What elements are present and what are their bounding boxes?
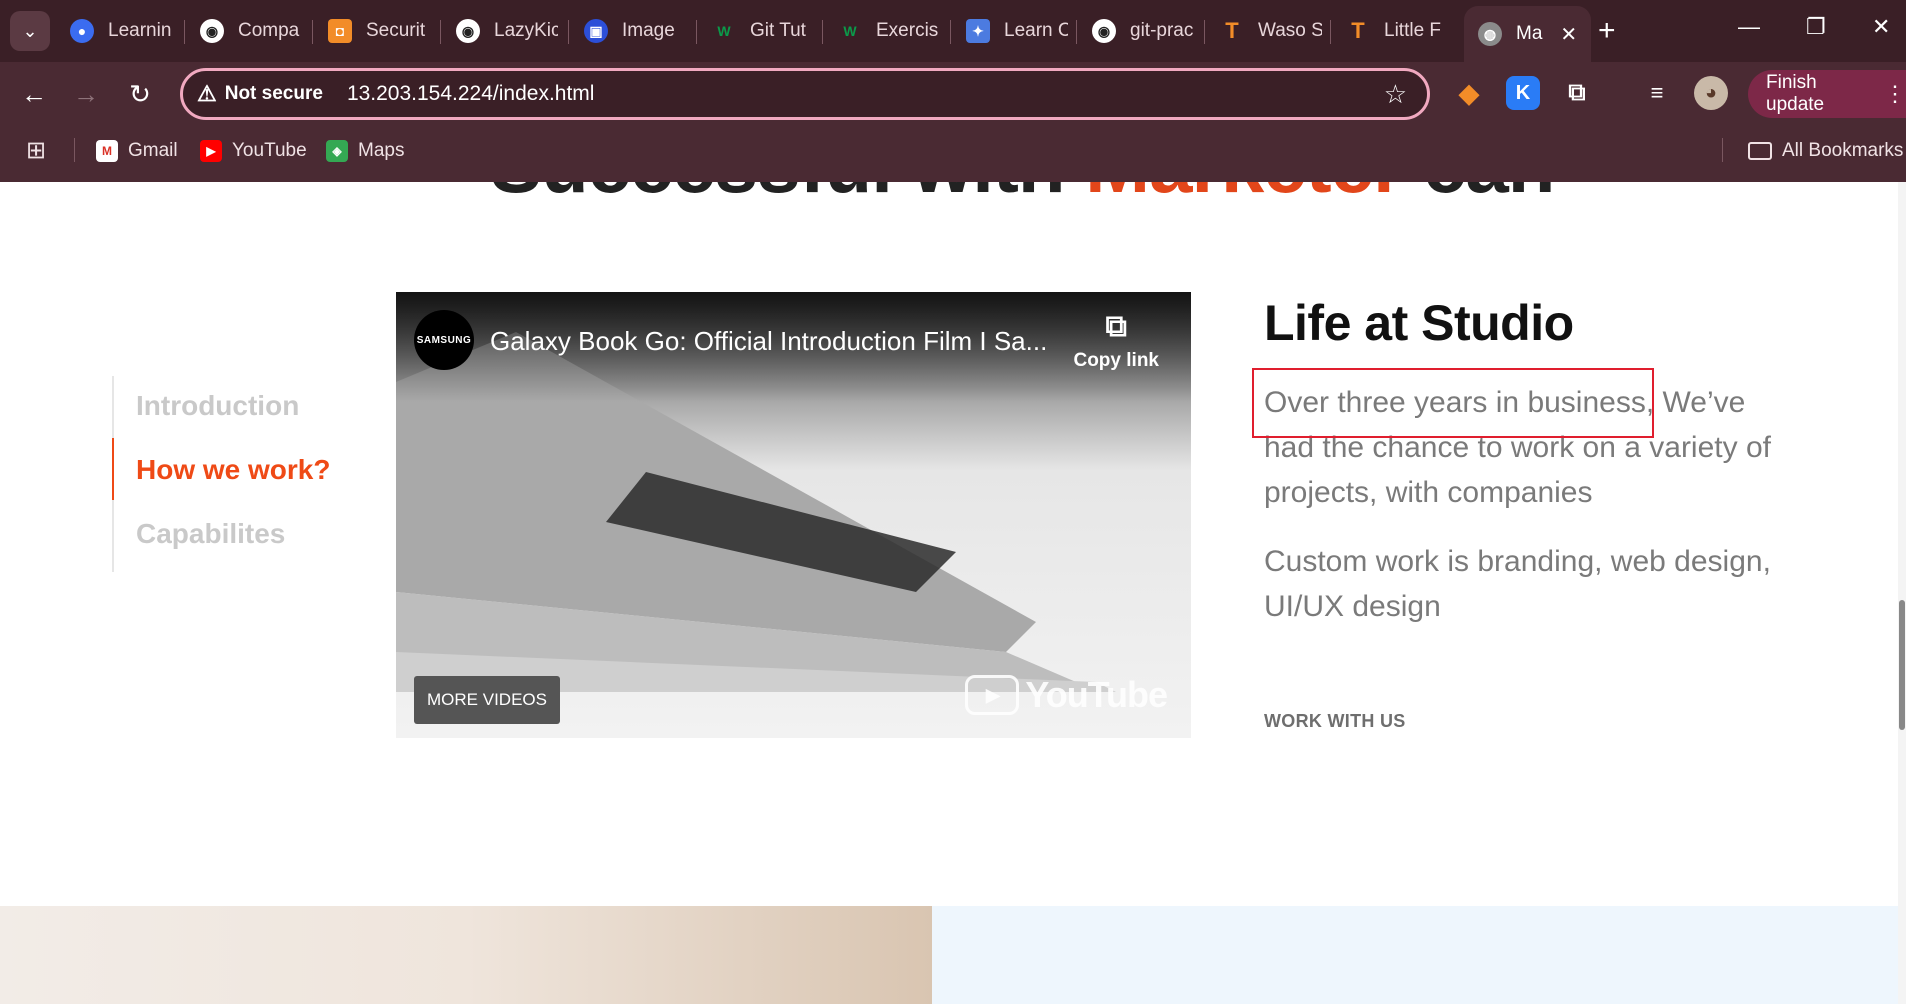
forward-button[interactable]: → <box>66 74 106 114</box>
video-title[interactable]: Galaxy Book Go: Official Introduction Fi… <box>490 326 1047 357</box>
image-icon: ▣ <box>584 19 608 43</box>
nav-active-indicator <box>112 438 114 500</box>
t-icon: T <box>1225 18 1239 43</box>
address-bar[interactable]: ⚠ Not secure 13.203.154.224/index.html ☆ <box>180 68 1430 120</box>
tab-search-button[interactable]: ⌄ <box>10 11 50 51</box>
w3schools-icon: W <box>717 23 731 39</box>
more-videos-button[interactable]: MORE VIDEOS <box>414 676 560 724</box>
browser-toolbar: ← → ↻ ⚠ Not secure 13.203.154.224/index.h… <box>0 62 1906 126</box>
arrow-right-icon: → <box>73 78 99 109</box>
channel-avatar[interactable]: SAMSUNG <box>414 310 474 370</box>
url-text[interactable]: 13.203.154.224/index.html <box>347 82 595 106</box>
tab-4[interactable]: ▣ Image <box>584 14 686 48</box>
folder-icon <box>1748 142 1772 160</box>
learning-icon: ● <box>70 19 94 43</box>
security-icon: ◘ <box>328 19 352 43</box>
restore-icon[interactable]: ❐ <box>1806 14 1826 40</box>
finish-update-button[interactable]: Finish update ⋮ <box>1748 70 1906 118</box>
tab-2[interactable]: ◘ Securit <box>328 14 430 48</box>
tab-1[interactable]: ◉ Compa <box>200 14 302 48</box>
close-window-icon[interactable]: ✕ <box>1872 14 1890 40</box>
security-indicator[interactable]: ⚠ Not secure <box>197 81 323 107</box>
apps-grid-icon[interactable]: ⊞ <box>26 136 46 165</box>
scrollbar-thumb[interactable] <box>1899 600 1905 730</box>
nav-introduction[interactable]: Introduction <box>136 390 299 422</box>
life-at-studio-section: Life at Studio Over three years in busin… <box>1264 294 1804 732</box>
browser-chrome: ⌄ ● Learnin ◉ Compa ◘ Securit ◉ LazyKic ▣ Ima… <box>0 0 1906 182</box>
tab-0[interactable]: ● Learnin <box>70 14 172 48</box>
side-nav: Introduction How we work? Capabilites <box>112 376 362 572</box>
section-paragraph-2: Custom work is branding, web design, UI/… <box>1264 545 1771 623</box>
video-embed[interactable]: SAMSUNG Galaxy Book Go: Official Introdu… <box>396 292 1191 738</box>
extensions-puzzle-icon[interactable]: ⧉ <box>1560 76 1594 110</box>
reload-icon: ↻ <box>129 78 151 109</box>
close-tab-icon[interactable]: ✕ <box>1560 22 1577 47</box>
work-with-us-link[interactable]: WORK WITH US <box>1264 711 1804 732</box>
minimize-icon[interactable]: — <box>1738 14 1760 40</box>
tab-10[interactable]: T Little F <box>1346 14 1448 48</box>
section-title: Life at Studio <box>1264 295 1574 351</box>
profile-avatar[interactable]: ◕ <box>1694 76 1728 110</box>
tab-9[interactable]: T Waso S <box>1220 14 1322 48</box>
all-bookmarks[interactable]: All Bookmarks <box>1748 140 1903 162</box>
team-photo <box>0 906 932 1004</box>
partial-heading: Successful with Marketer can <box>490 182 1555 211</box>
gmail-icon: M <box>96 140 118 162</box>
nav-how-we-work[interactable]: How we work? <box>136 454 330 486</box>
w3schools-icon: W <box>843 23 857 39</box>
k-extension-icon[interactable]: K <box>1506 76 1540 110</box>
arrow-left-icon: ← <box>21 78 47 109</box>
tab-6[interactable]: W Exercis <box>838 14 940 48</box>
youtube-logo[interactable]: ▶ YouTube <box>965 674 1168 716</box>
reload-button[interactable]: ↻ <box>120 74 160 114</box>
t-icon: T <box>1351 18 1365 43</box>
tab-8[interactable]: ◉ git-prac <box>1092 14 1194 48</box>
maps-icon: ◈ <box>326 140 348 162</box>
tab-7[interactable]: ✦ Learn C <box>966 14 1068 48</box>
scrollbar[interactable] <box>1898 182 1906 1004</box>
warning-icon: ⚠ <box>197 81 217 106</box>
globe-icon: ◍ <box>1478 22 1502 46</box>
reading-list-icon[interactable]: ≡ <box>1640 76 1674 110</box>
web-page: Successful with Marketer can Introductio… <box>0 182 1906 1004</box>
more-vert-icon: ⋮ <box>1884 81 1906 106</box>
copy-link-button[interactable]: ⧉ Copy link <box>1073 310 1159 372</box>
bookmark-gmail[interactable]: M Gmail <box>96 140 178 162</box>
back-button[interactable]: ← <box>14 74 54 114</box>
github-icon: ◉ <box>456 19 480 43</box>
play-icon: ▶ <box>965 675 1020 715</box>
tab-3[interactable]: ◉ LazyKic <box>456 14 558 48</box>
light-panel <box>932 906 1906 1004</box>
bookmarks-bar: ⊞ M Gmail ▶ YouTube ◈ Maps All Bookmarks <box>0 126 1906 182</box>
nav-capabilites[interactable]: Capabilites <box>136 518 285 550</box>
highlight-annotation-box <box>1252 368 1654 438</box>
bookmark-star-icon[interactable]: ☆ <box>1384 79 1407 110</box>
github-icon: ◉ <box>1092 19 1116 43</box>
chevron-down-icon: ⌄ <box>22 20 38 41</box>
copy-icon: ⧉ <box>1105 310 1127 343</box>
tab-active[interactable]: ◍ Ma ✕ <box>1464 6 1592 62</box>
learn-icon: ✦ <box>966 19 990 43</box>
tab-5[interactable]: W Git Tut <box>712 14 814 48</box>
metamask-extension-icon[interactable]: ◆ <box>1452 76 1486 110</box>
tab-strip: ⌄ ● Learnin ◉ Compa ◘ Securit ◉ LazyKic ▣ Ima… <box>0 0 1906 62</box>
new-tab-button[interactable]: + <box>1598 12 1616 50</box>
youtube-icon: ▶ <box>200 140 222 162</box>
bookmark-maps[interactable]: ◈ Maps <box>326 140 404 162</box>
bookmark-youtube[interactable]: ▶ YouTube <box>200 140 307 162</box>
github-icon: ◉ <box>200 19 224 43</box>
